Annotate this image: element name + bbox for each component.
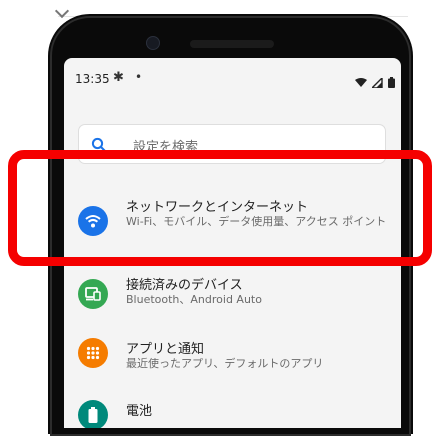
settings-item-subtitle: 最近使ったアプリ、デフォルトのアプリ (126, 357, 324, 370)
battery-status-icon (388, 77, 395, 88)
settings-item-title: 電池 (126, 404, 153, 419)
settings-item-title: 接続済みのデバイス (126, 278, 243, 293)
status-icons (354, 72, 395, 91)
apps-grid-glyph (86, 346, 100, 360)
status-bar: 13:35 ✱ • (64, 58, 401, 94)
notification-dot-icon: • (135, 70, 143, 84)
settings-item-subtitle: Bluetooth、Android Auto (126, 293, 262, 306)
settings-item-title: アプリと通知 (126, 342, 205, 357)
highlight-annotation (8, 150, 432, 266)
devices-glyph (85, 287, 101, 301)
settings-item-connected-devices[interactable]: 接続済みのデバイス Bluetooth、Android Auto (64, 270, 401, 320)
camera-icon (146, 36, 160, 50)
speaker-grille (190, 40, 274, 48)
settings-item-battery[interactable]: 電池 (64, 394, 401, 428)
battery-icon (78, 400, 108, 428)
apps-icon (78, 338, 108, 368)
wifi-signal-icon (354, 77, 367, 87)
settings-gear-icon: ✱ (113, 70, 124, 85)
settings-item-apps[interactable]: アプリと通知 最近使ったアプリ、デフォルトのアプリ (64, 334, 401, 384)
battery-glyph (88, 407, 98, 423)
status-time: 13:35 (75, 72, 110, 86)
cell-signal-icon (370, 75, 383, 89)
connected-devices-icon (78, 279, 108, 309)
